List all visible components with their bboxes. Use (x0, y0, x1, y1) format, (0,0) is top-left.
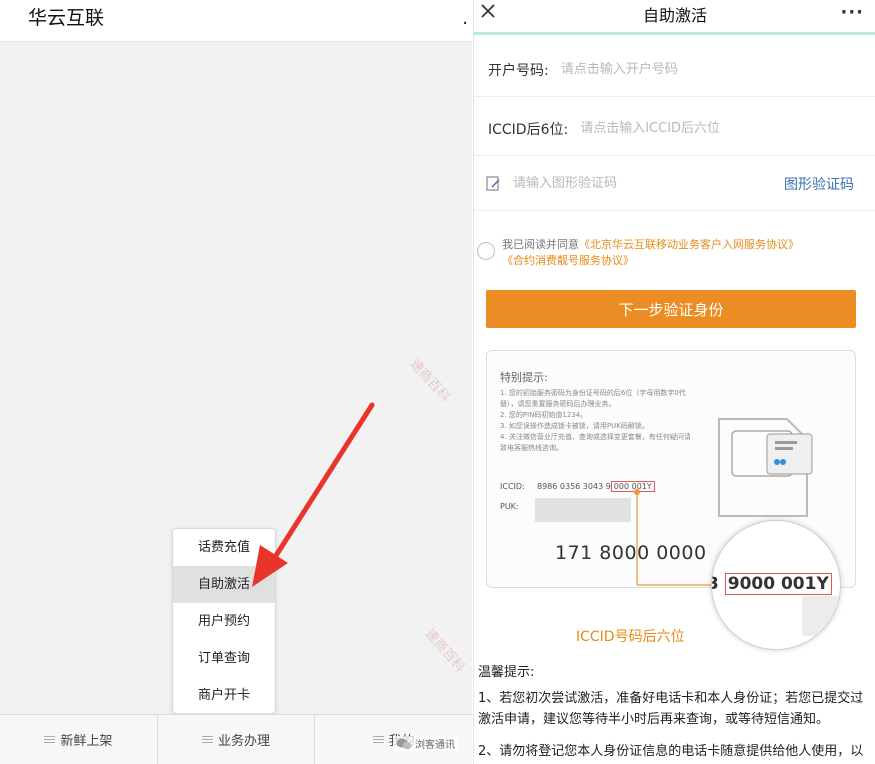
nav-item-business[interactable]: 业务办理 (158, 715, 316, 764)
menu-item-merchant-card[interactable]: 商户开卡 (173, 677, 275, 714)
magnified-prefix: 3 (712, 574, 725, 594)
magnifier-circle: 3 9000 001Y (711, 520, 841, 650)
magnified-iccid: 3 9000 001Y (712, 573, 832, 595)
wechat-badge: 浏客通讯 (393, 736, 458, 751)
header-dot: . (462, 8, 468, 29)
iccid-caption: ICCID号码后六位 (576, 629, 685, 645)
menu-lines-icon (202, 735, 213, 744)
nav-item-new-arrivals[interactable]: 新鲜上架 (0, 715, 158, 764)
nav-label: 业务办理 (218, 734, 271, 749)
menu-lines-icon (372, 735, 384, 744)
magnifier-corner (802, 596, 840, 636)
menu-lines-icon (44, 735, 56, 744)
magnified-highlight: 9000 001Y (724, 573, 832, 595)
tip-item: 1、若您初次尝试激活，准备好电话卡和本人身份证；若您已提交过激活申请，建议您等待… (478, 691, 864, 727)
nav-label: 新鲜上架 (60, 734, 113, 749)
red-arrow-annotation (252, 402, 375, 587)
left-header: 华云互联 . (0, 0, 472, 42)
page-title: 华云互联 (28, 7, 105, 29)
callout-connector (634, 489, 711, 586)
left-screen: 华云互联 . 话费充值 自助激活 用户预约 订单查询 商户开卡 新鲜上架 业务办… (0, 0, 472, 764)
badge-text: 浏客通讯 (415, 740, 455, 751)
menu-item-order-query[interactable]: 订单查询 (173, 640, 275, 677)
right-screen: 自助激活 ··· 开户号码: ICCID后6位: 图形验证码 我已阅读并同意《北… (473, 0, 875, 764)
menu-item-reservation[interactable]: 用户预约 (173, 603, 275, 640)
tip-item: 2、请勿将登记您本人身份证信息的电话卡随意提供给他人使用，以 (478, 744, 864, 759)
tips-title: 温馨提示: (478, 665, 535, 680)
wechat-icon (396, 738, 412, 749)
